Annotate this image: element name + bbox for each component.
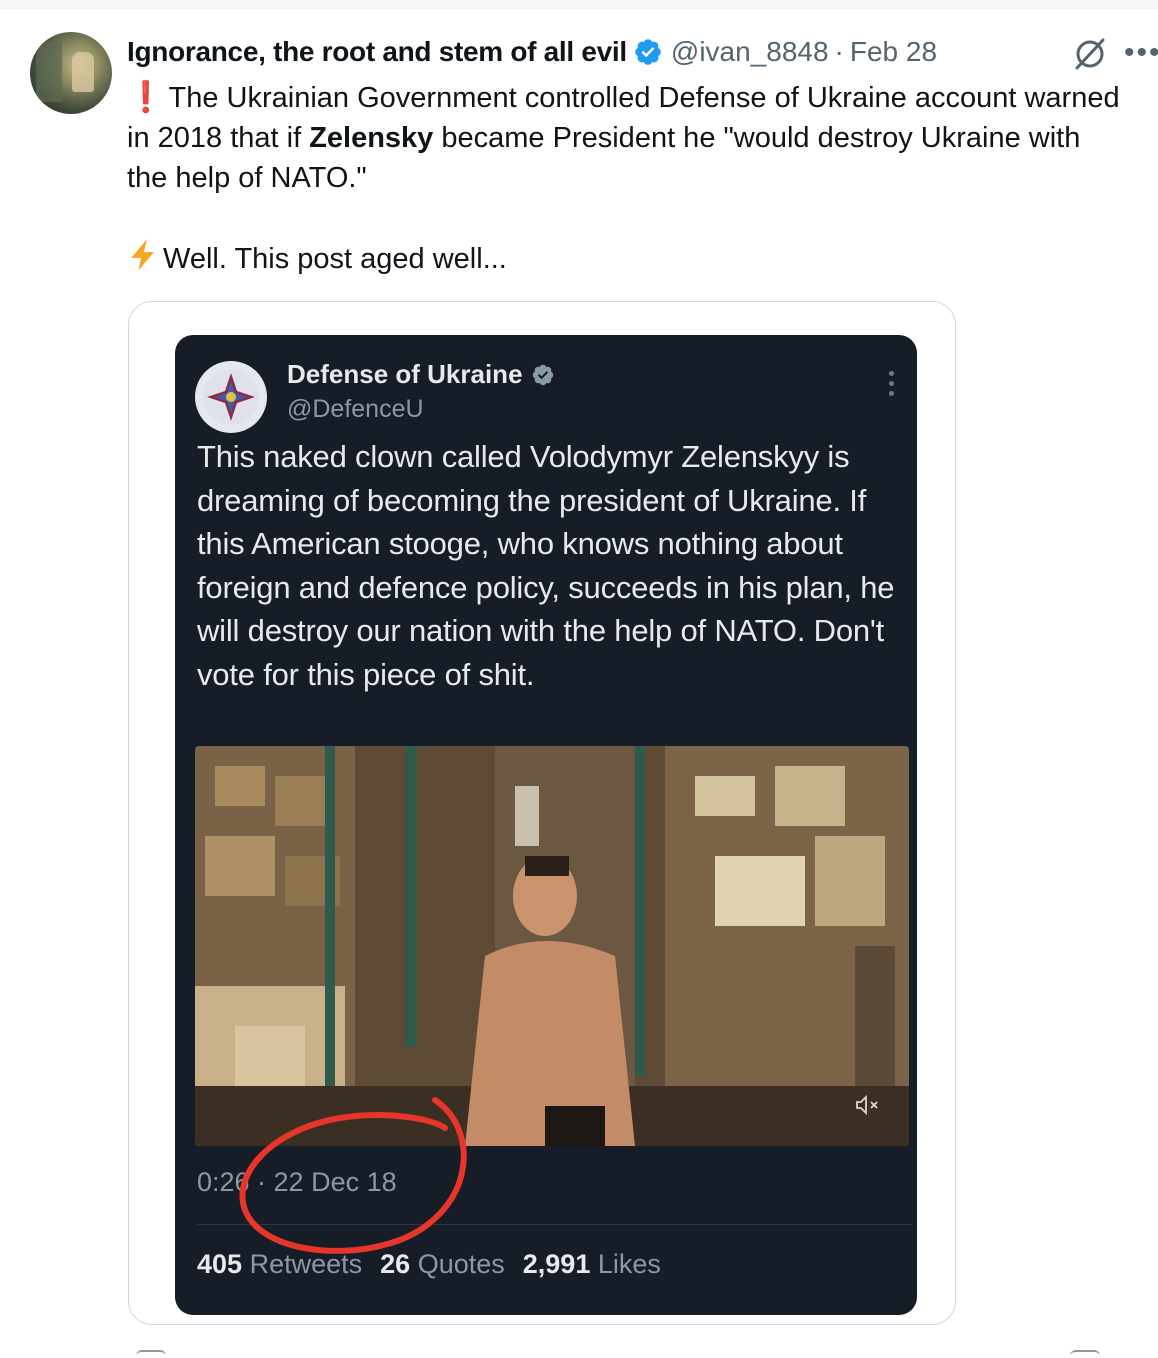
embedded-text: This naked clown called Volodymyr Zelens… — [197, 439, 895, 692]
retweets-label: Retweets — [249, 1249, 363, 1279]
mute-icon — [855, 1094, 881, 1120]
action-bar-hint-right — [1070, 1350, 1100, 1358]
embedded-name: Defense of Ukraine — [287, 359, 555, 390]
tweet-header: Ignorance, the root and stem of all evil… — [127, 32, 937, 72]
embedded-stats: 405 Retweets 26 Quotes 2,991 Likes — [197, 1249, 661, 1280]
separator: · — [834, 36, 844, 67]
embedded-divider — [197, 1224, 911, 1225]
lightning-emoji — [127, 238, 163, 283]
embedded-verified-icon — [531, 363, 555, 387]
embedded-meta: 0:26 · 22 Dec 18 — [197, 1167, 397, 1197]
media-card[interactable]: Defense of Ukraine @DefenceU This naked … — [128, 301, 956, 1325]
more-icon[interactable]: ••• — [1124, 38, 1158, 68]
post-date[interactable]: Feb 28 — [850, 36, 937, 68]
exclamation-emoji: ❗ — [127, 81, 165, 114]
embedded-display-name: Defense of Ukraine — [287, 359, 523, 389]
verified-badge-icon — [633, 37, 663, 67]
likes-count: 2,991 — [522, 1249, 591, 1279]
tweet-text: ❗ The Ukrainian Government controlled De… — [127, 78, 1127, 283]
video-scene — [195, 746, 909, 1146]
tweet-text-line2: Well. This post aged well... — [163, 243, 507, 275]
action-bar-hint-left — [136, 1350, 166, 1358]
defense-emblem-icon — [195, 361, 267, 433]
embedded-handle: @DefenceU — [287, 395, 424, 423]
tweet-text-bold: Zelensky — [309, 122, 434, 154]
video-still — [195, 746, 909, 1146]
embedded-tweet-screenshot: Defense of Ukraine @DefenceU This naked … — [175, 335, 917, 1315]
display-name[interactable]: Ignorance, the root and stem of all evil — [127, 36, 627, 68]
quotes-count: 26 — [380, 1249, 411, 1279]
avatar[interactable] — [30, 32, 112, 114]
grok-icon[interactable] — [1072, 36, 1108, 77]
likes-label: Likes — [597, 1249, 661, 1279]
retweets-count: 405 — [197, 1249, 243, 1279]
handle[interactable]: @ivan_8848 — [671, 36, 829, 68]
top-divider — [0, 0, 1158, 9]
embedded-more-icon — [889, 371, 895, 401]
quotes-label: Quotes — [417, 1249, 505, 1279]
